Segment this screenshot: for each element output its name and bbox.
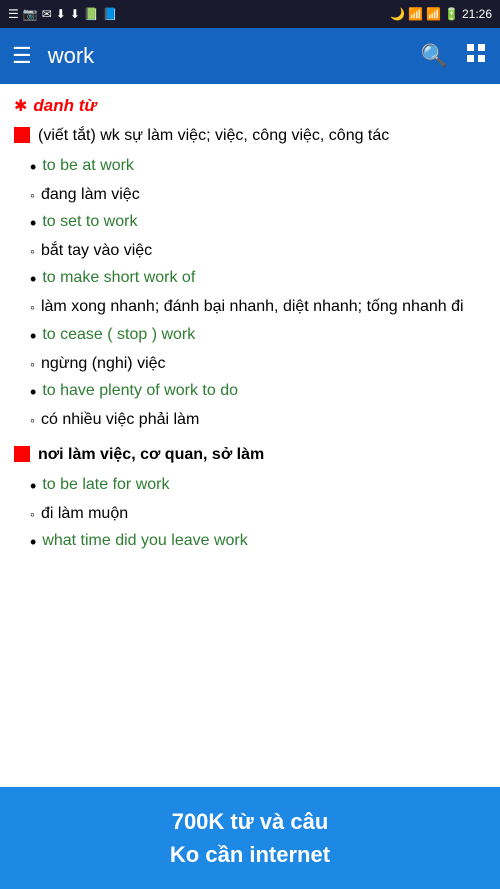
icon-book1: 📗 — [84, 7, 99, 21]
status-bar: ☰ 📷 ✉ ⬇ ⬇ 📗 📘 🌙 📶 📶 🔋 21:26 — [0, 0, 500, 28]
part-of-speech-label: danh từ — [33, 96, 96, 116]
list-item: • to set to work — [26, 210, 486, 237]
status-icons-left: ☰ 📷 ✉ ⬇ ⬇ 📗 📘 — [8, 7, 118, 21]
bullet-filled-icon: • — [30, 210, 36, 237]
icon-camera: 📷 — [23, 7, 38, 21]
bullet-filled-icon: • — [30, 473, 36, 500]
moon-icon: 🌙 — [390, 7, 405, 21]
icon-download1: ⬇ — [56, 7, 66, 21]
list-item: ◦ đi làm muộn — [26, 502, 486, 527]
bullet-open-icon: ◦ — [30, 239, 35, 264]
example-en: to be at work — [42, 157, 134, 174]
example-en: to be late for work — [42, 476, 169, 493]
hamburger-menu-icon[interactable]: ☰ — [12, 43, 32, 69]
example-en: to cease ( stop ) work — [42, 326, 195, 343]
list-item: ◦ làm xong nhanh; đánh bại nhanh, diệt n… — [26, 295, 486, 320]
icon-mail: ✉ — [42, 7, 52, 21]
example-en: to set to work — [42, 213, 137, 230]
list-item: • to have plenty of work to do — [26, 379, 486, 406]
bullet-open-icon: ◦ — [30, 502, 35, 527]
red-square-icon — [14, 127, 30, 143]
example-vn: có nhiều việc phải làm — [41, 411, 199, 428]
promo-banner: 700K từ và câu Ko cần internet — [0, 787, 500, 889]
example-vn: đang làm việc — [41, 186, 140, 203]
content-area: ✱ danh từ (viết tắt) wk sự làm việc; việ… — [0, 84, 500, 787]
entry-block-1: (viết tắt) wk sự làm việc; việc, công vi… — [14, 124, 486, 433]
search-icon[interactable]: 🔍 — [421, 43, 448, 69]
wifi-icon: 📶 — [408, 7, 423, 21]
examples-list-2: • to be late for work ◦ đi làm muộn • wh… — [26, 473, 486, 556]
entry-header-2: nơi làm việc, cơ quan, sở làm — [14, 443, 486, 467]
list-item: ◦ ngừng (nghi) việc — [26, 352, 486, 377]
examples-list-1: • to be at work ◦ đang làm việc • to set… — [26, 154, 486, 433]
clock: 21:26 — [462, 7, 492, 21]
icon-book2: 📘 — [103, 7, 118, 21]
icon-download2: ⬇ — [70, 7, 80, 21]
list-item: • to make short work of — [26, 266, 486, 293]
example-en: what time did you leave work — [42, 532, 247, 549]
list-item: • what time did you leave work — [26, 529, 486, 556]
example-vn: bắt tay vào việc — [41, 242, 152, 259]
battery-icon: 🔋 — [444, 7, 459, 21]
bullet-filled-icon: • — [30, 323, 36, 350]
banner-line1: 700K từ và câu — [10, 805, 490, 838]
bullet-open-icon: ◦ — [30, 183, 35, 208]
signal-icon: 📶 — [426, 7, 441, 21]
list-item: • to cease ( stop ) work — [26, 323, 486, 350]
bullet-filled-icon: • — [30, 529, 36, 556]
bullet-open-icon: ◦ — [30, 295, 35, 320]
entry-definition-2: nơi làm việc, cơ quan, sở làm — [38, 443, 264, 467]
red-square-icon-2 — [14, 446, 30, 462]
list-item: • to be at work — [26, 154, 486, 181]
bullet-open-icon: ◦ — [30, 352, 35, 377]
list-item: • to be late for work — [26, 473, 486, 500]
grid-view-icon[interactable] — [464, 41, 488, 71]
banner-line2: Ko cần internet — [10, 838, 490, 871]
bullet-open-icon: ◦ — [30, 408, 35, 433]
entry-block-2: nơi làm việc, cơ quan, sở làm • to be la… — [14, 443, 486, 556]
top-bar: ☰ work 🔍 — [0, 28, 500, 84]
entry-definition-1: (viết tắt) wk sự làm việc; việc, công vi… — [38, 124, 389, 148]
bullet-filled-icon: • — [30, 379, 36, 406]
list-item: ◦ có nhiều việc phải làm — [26, 408, 486, 433]
example-vn: đi làm muộn — [41, 505, 128, 522]
example-en: to make short work of — [42, 269, 195, 286]
list-item: ◦ bắt tay vào việc — [26, 239, 486, 264]
bullet-filled-icon: • — [30, 266, 36, 293]
bullet-filled-icon: • — [30, 154, 36, 181]
example-vn: làm xong nhanh; đánh bại nhanh, diệt nha… — [41, 298, 464, 315]
example-vn: ngừng (nghi) việc — [41, 355, 166, 372]
entry-header-1: (viết tắt) wk sự làm việc; việc, công vi… — [14, 124, 486, 148]
list-item: ◦ đang làm việc — [26, 183, 486, 208]
star-icon: ✱ — [14, 96, 27, 116]
status-icons-right: 🌙 📶 📶 🔋 21:26 — [390, 7, 492, 21]
part-of-speech-header: ✱ danh từ — [14, 96, 486, 116]
page-title: work — [48, 43, 405, 69]
example-en: to have plenty of work to do — [42, 382, 238, 399]
icon-menu: ☰ — [8, 7, 19, 21]
